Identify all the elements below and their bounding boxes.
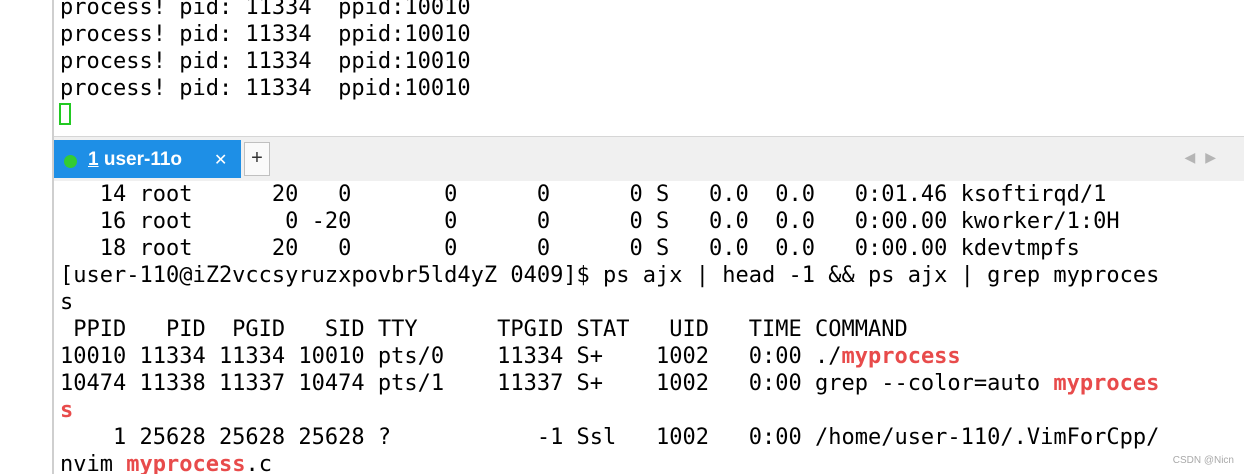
grep-match: s [60, 398, 74, 423]
terminal-cursor [59, 103, 71, 125]
connected-status-icon [64, 155, 77, 168]
ps-row: 10474 11338 11337 10474 pts/1 11337 S+ 1… [60, 370, 1159, 397]
output-line: 18 root 20 0 0 0 0 S 0.0 0.0 0:00.00 kde… [60, 236, 1080, 261]
ps-row-fields: nvim [60, 452, 127, 474]
terminal-output-bottom: 14 root 20 0 0 0 0 S 0.0 0.0 0:01.46 kso… [60, 181, 1159, 474]
tab-scroll-arrows: ◀▶ [1184, 149, 1226, 166]
tab-number: 1 [88, 149, 99, 170]
ps-row: 1 25628 25628 25628 ? -1 Ssl 1002 0:00 /… [60, 425, 1160, 450]
terminal-pane-top[interactable]: process! pid: 11334 ppid:10010 process! p… [54, 0, 1244, 136]
output-line: process! pid: 11334 ppid:10010 [60, 0, 471, 20]
terminal-pane-bottom[interactable]: 14 root 20 0 0 0 0 S 0.0 0.0 0:01.46 kso… [54, 181, 1244, 474]
ps-row-wrap: nvim myprocess.c [60, 451, 1159, 474]
tab-title: user-11o [98, 149, 183, 170]
ps-row: 10010 11334 11334 10010 pts/0 11334 S+ 1… [60, 343, 1159, 370]
tab-session-user[interactable]: 1 user-11o ✕ [54, 140, 241, 178]
grep-match: myproces [1053, 371, 1160, 396]
ps-row-fields: 10474 11338 11337 10474 pts/1 11337 S+ 1… [60, 371, 1054, 396]
add-tab-button[interactable]: + [244, 142, 270, 176]
output-line: process! pid: 11334 ppid:10010 [60, 76, 471, 101]
output-line: 16 root 0 -20 0 0 0 S 0.0 0.0 0:00.00 kw… [60, 209, 1120, 234]
command-line: [user-110@iZ2vccsyruzxpovbr5ld4yZ 0409]$… [60, 263, 1160, 288]
output-line: 14 root 20 0 0 0 0 S 0.0 0.0 0:01.46 kso… [60, 182, 1107, 207]
terminal-window: process! pid: 11334 ppid:10010 process! p… [0, 0, 1244, 474]
output-line: process! pid: 11334 ppid:10010 [60, 22, 471, 47]
ps-row-fields: .c [245, 452, 272, 474]
chevron-right-icon[interactable]: ▶ [1205, 149, 1226, 165]
grep-match: myprocess [841, 344, 961, 369]
session-tab-bar: 1 user-11o ✕ + ◀▶ [54, 136, 1244, 181]
output-line: process! pid: 11334 ppid:10010 [60, 49, 471, 74]
tab-label: 1 user-11o [88, 149, 182, 171]
ps-header-row: PPID PID PGID SID TTY TPGID STAT UID TIM… [60, 317, 908, 342]
chevron-left-icon[interactable]: ◀ [1184, 149, 1205, 165]
terminal-output-top: process! pid: 11334 ppid:10010 process! p… [60, 0, 471, 102]
grep-match: myprocess [126, 452, 246, 474]
watermark: CSDN @Nicn [1172, 455, 1234, 466]
ps-row-wrap: s [60, 397, 1159, 424]
ps-row-fields: 10010 11334 11334 10010 pts/0 11334 S+ 1… [60, 344, 842, 369]
close-icon[interactable]: ✕ [214, 150, 227, 170]
command-line-wrap: s [60, 290, 74, 315]
